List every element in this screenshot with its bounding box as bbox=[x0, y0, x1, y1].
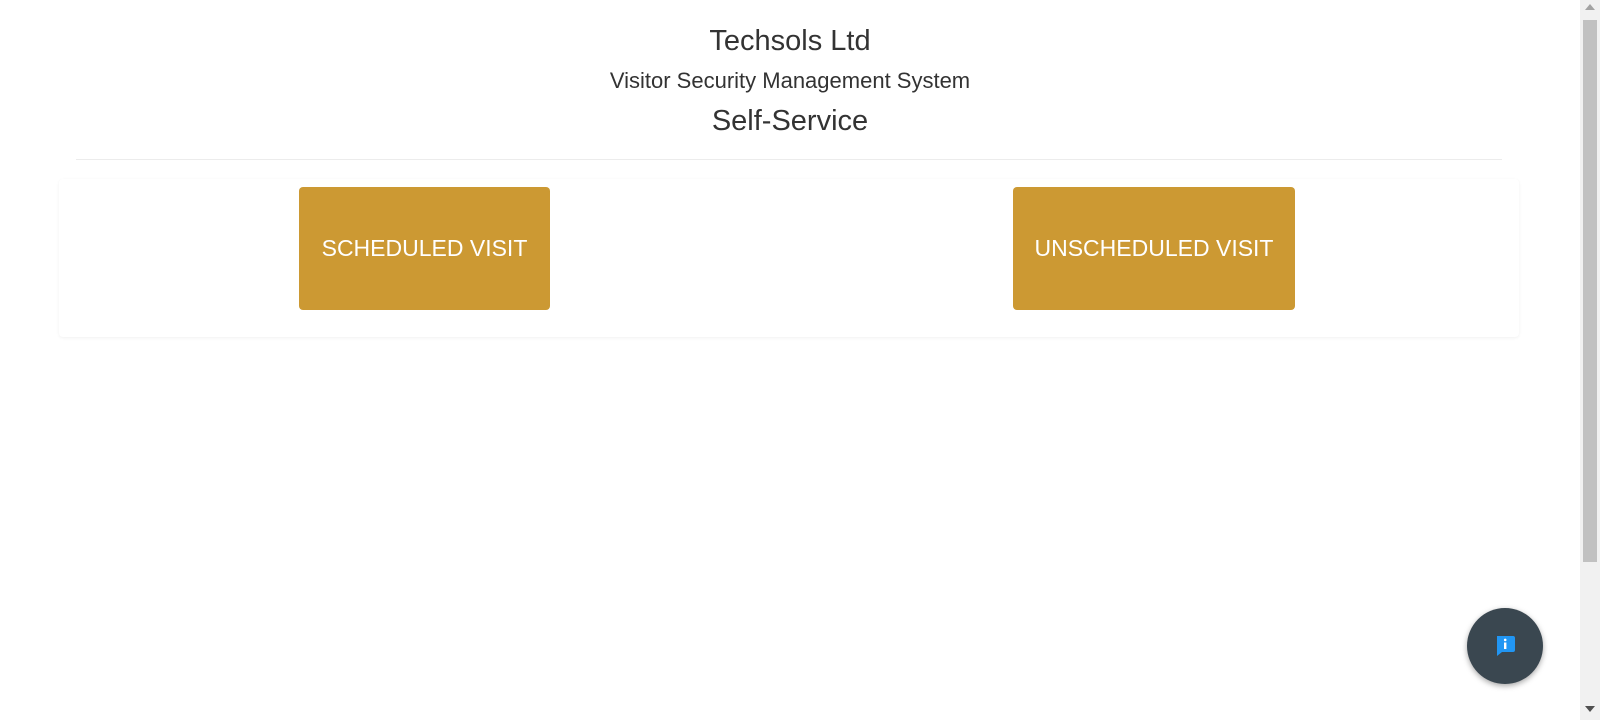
scroll-down-arrow-icon[interactable] bbox=[1585, 706, 1595, 712]
visit-options-panel bbox=[59, 179, 1519, 337]
scroll-up-arrow-icon[interactable] bbox=[1585, 4, 1595, 10]
company-name: Techsols Ltd bbox=[709, 25, 871, 57]
unscheduled-visit-button[interactable]: UNSCHEDULED VISIT bbox=[1013, 187, 1295, 310]
header-divider bbox=[76, 159, 1502, 160]
info-chat-icon bbox=[1497, 636, 1515, 656]
scroll-thumb[interactable] bbox=[1583, 20, 1597, 562]
vertical-scrollbar[interactable] bbox=[1580, 0, 1600, 720]
page-title: Self-Service bbox=[711, 105, 869, 137]
scheduled-visit-button[interactable]: SCHEDULED VISIT bbox=[299, 187, 550, 310]
system-name: Visitor Security Management System bbox=[609, 68, 971, 93]
info-chat-button[interactable] bbox=[1467, 608, 1543, 684]
self-service-page: Techsols Ltd Visitor Security Management… bbox=[0, 0, 1600, 720]
